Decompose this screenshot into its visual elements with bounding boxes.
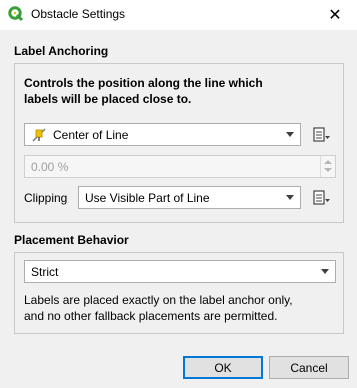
placement-combo-value: Strict bbox=[31, 264, 59, 279]
placement-description: Labels are placed exactly on the label a… bbox=[24, 293, 293, 323]
percent-value: 0.00 % bbox=[31, 159, 69, 174]
data-defined-override-icon[interactable] bbox=[310, 124, 332, 146]
clipping-combo[interactable]: Use Visible Part of Line bbox=[78, 186, 301, 209]
spin-buttons[interactable] bbox=[320, 156, 335, 177]
ok-button[interactable]: OK bbox=[183, 356, 263, 379]
qgis-logo-icon bbox=[8, 6, 24, 22]
cancel-button[interactable]: Cancel bbox=[269, 356, 349, 379]
anchoring-description: Controls the position along the line whi… bbox=[24, 76, 263, 106]
label-anchoring-title: Label Anchoring bbox=[14, 44, 109, 58]
center-of-line-icon bbox=[32, 128, 46, 142]
anchor-percent-spinbox[interactable]: 0.00 % bbox=[24, 155, 336, 178]
anchor-position-combo[interactable]: Center of Line bbox=[24, 123, 301, 146]
placement-behavior-title: Placement Behavior bbox=[14, 233, 129, 247]
data-defined-override-icon[interactable] bbox=[310, 187, 332, 209]
spin-up-icon bbox=[324, 160, 332, 164]
title-bar: Obstacle Settings ✕ bbox=[0, 0, 357, 30]
clipping-combo-value: Use Visible Part of Line bbox=[85, 190, 210, 205]
chevron-down-icon bbox=[321, 269, 329, 274]
anchor-combo-value: Center of Line bbox=[53, 127, 129, 142]
clipping-label: Clipping bbox=[24, 191, 68, 205]
chevron-down-icon bbox=[286, 195, 294, 200]
chevron-down-icon bbox=[286, 132, 294, 137]
window-title: Obstacle Settings bbox=[31, 7, 126, 21]
spin-down-icon bbox=[324, 168, 332, 172]
placement-mode-combo[interactable]: Strict bbox=[24, 260, 336, 283]
close-button[interactable]: ✕ bbox=[313, 0, 357, 30]
